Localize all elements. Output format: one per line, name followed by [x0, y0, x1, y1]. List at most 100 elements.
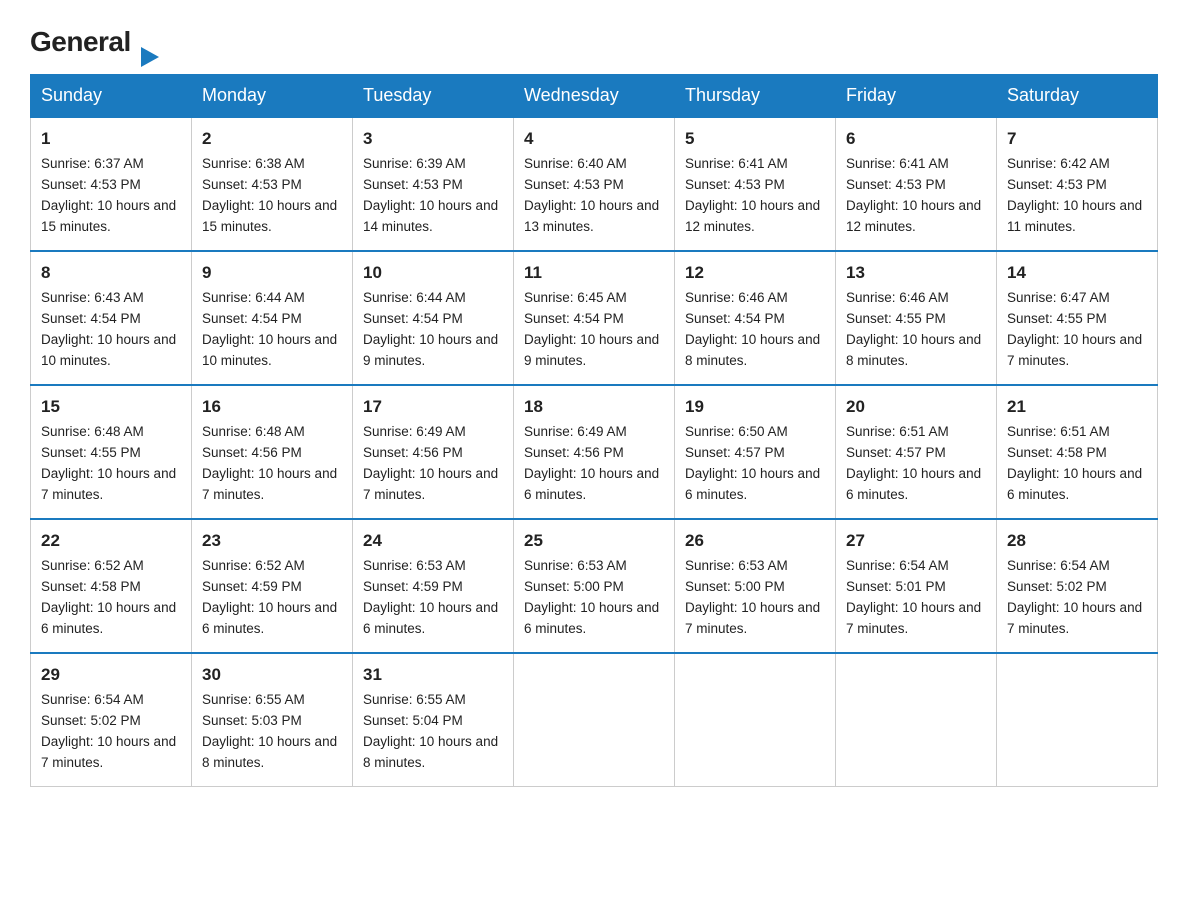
sunset-text: Sunset: 4:54 PM: [363, 311, 463, 326]
calendar-cell: 25Sunrise: 6:53 AMSunset: 5:00 PMDayligh…: [514, 519, 675, 653]
calendar-week-row: 29 Sunrise: 6:54 AM Sunset: 5:02 PM Dayligh…: [31, 653, 1158, 787]
calendar-cell: 9Sunrise: 6:44 AMSunset: 4:54 PMDaylight…: [192, 251, 353, 385]
logo: General: [30, 20, 145, 56]
day-number: 19: [685, 394, 825, 420]
sunset-text: Sunset: 4:57 PM: [846, 445, 946, 460]
daylight-text: Daylight: 10 hours and 6 minutes.: [524, 466, 659, 502]
calendar-cell: [514, 653, 675, 787]
calendar-cell: 29Sunrise: 6:54 AMSunset: 5:02 PMDayligh…: [31, 653, 192, 787]
calendar-cell: 7Sunrise: 6:42 AMSunset: 4:53 PMDaylight…: [997, 117, 1158, 251]
sunrise-text: Sunrise: 6:48 AM: [41, 424, 144, 439]
daylight-text: Daylight: 10 hours and 6 minutes.: [1007, 466, 1142, 502]
daylight-text: Daylight: 10 hours and 14 minutes.: [363, 198, 498, 234]
sunset-text: Sunset: 5:02 PM: [41, 713, 141, 728]
logo-text: General: [30, 28, 145, 56]
col-header-sunday: Sunday: [31, 75, 192, 118]
day-number: 27: [846, 528, 986, 554]
daylight-text: Daylight: 10 hours and 11 minutes.: [1007, 198, 1142, 234]
daylight-text: Daylight: 10 hours and 6 minutes.: [685, 466, 820, 502]
daylight-text: Daylight: 10 hours and 7 minutes.: [685, 600, 820, 636]
col-header-thursday: Thursday: [675, 75, 836, 118]
page-header: General: [30, 20, 1158, 56]
col-header-tuesday: Tuesday: [353, 75, 514, 118]
calendar-cell: 16Sunrise: 6:48 AMSunset: 4:56 PMDayligh…: [192, 385, 353, 519]
day-number: 3: [363, 126, 503, 152]
calendar-week-row: 1Sunrise: 6:37 AMSunset: 4:53 PMDaylight…: [31, 117, 1158, 251]
sunrise-text: Sunrise: 6:37 AM: [41, 156, 144, 171]
day-number: 6: [846, 126, 986, 152]
col-header-wednesday: Wednesday: [514, 75, 675, 118]
sunset-text: Sunset: 4:54 PM: [41, 311, 141, 326]
sunrise-text: Sunrise: 6:50 AM: [685, 424, 788, 439]
day-number: 9: [202, 260, 342, 286]
calendar-cell: 23Sunrise: 6:52 AMSunset: 4:59 PMDayligh…: [192, 519, 353, 653]
day-number: 22: [41, 528, 181, 554]
sunrise-text: Sunrise: 6:54 AM: [41, 692, 144, 707]
sunrise-text: Sunrise: 6:52 AM: [41, 558, 144, 573]
sunset-text: Sunset: 4:58 PM: [41, 579, 141, 594]
sunset-text: Sunset: 4:53 PM: [1007, 177, 1107, 192]
calendar-cell: 4Sunrise: 6:40 AMSunset: 4:53 PMDaylight…: [514, 117, 675, 251]
daylight-text: Daylight: 10 hours and 15 minutes.: [41, 198, 176, 234]
sunset-text: Sunset: 4:53 PM: [202, 177, 302, 192]
day-number: 29: [41, 662, 181, 688]
sunrise-text: Sunrise: 6:51 AM: [1007, 424, 1110, 439]
daylight-text: Daylight: 10 hours and 8 minutes.: [685, 332, 820, 368]
calendar-cell: 19Sunrise: 6:50 AMSunset: 4:57 PMDayligh…: [675, 385, 836, 519]
sunrise-text: Sunrise: 6:54 AM: [846, 558, 949, 573]
day-number: 16: [202, 394, 342, 420]
daylight-text: Daylight: 10 hours and 15 minutes.: [202, 198, 337, 234]
sunset-text: Sunset: 4:56 PM: [363, 445, 463, 460]
sunset-text: Sunset: 4:53 PM: [685, 177, 785, 192]
sunset-text: Sunset: 5:04 PM: [363, 713, 463, 728]
day-number: 12: [685, 260, 825, 286]
col-header-monday: Monday: [192, 75, 353, 118]
calendar-week-row: 8Sunrise: 6:43 AMSunset: 4:54 PMDaylight…: [31, 251, 1158, 385]
day-number: 20: [846, 394, 986, 420]
calendar-cell: 18Sunrise: 6:49 AMSunset: 4:56 PMDayligh…: [514, 385, 675, 519]
day-number: 28: [1007, 528, 1147, 554]
sunrise-text: Sunrise: 6:44 AM: [202, 290, 305, 305]
sunrise-text: Sunrise: 6:52 AM: [202, 558, 305, 573]
sunset-text: Sunset: 4:54 PM: [524, 311, 624, 326]
sunrise-text: Sunrise: 6:54 AM: [1007, 558, 1110, 573]
daylight-text: Daylight: 10 hours and 7 minutes.: [846, 600, 981, 636]
sunrise-text: Sunrise: 6:47 AM: [1007, 290, 1110, 305]
sunrise-text: Sunrise: 6:46 AM: [685, 290, 788, 305]
calendar-cell: 1Sunrise: 6:37 AMSunset: 4:53 PMDaylight…: [31, 117, 192, 251]
sunrise-text: Sunrise: 6:41 AM: [685, 156, 788, 171]
calendar-cell: 13Sunrise: 6:46 AMSunset: 4:55 PMDayligh…: [836, 251, 997, 385]
calendar-cell: 21Sunrise: 6:51 AMSunset: 4:58 PMDayligh…: [997, 385, 1158, 519]
sunrise-text: Sunrise: 6:53 AM: [524, 558, 627, 573]
calendar-cell: 3Sunrise: 6:39 AMSunset: 4:53 PMDaylight…: [353, 117, 514, 251]
sunrise-text: Sunrise: 6:49 AM: [524, 424, 627, 439]
calendar-week-row: 22 Sunrise: 6:52 AM Sunset: 4:58 PM Dayligh…: [31, 519, 1158, 653]
day-number: 23: [202, 528, 342, 554]
daylight-text: Daylight: 10 hours and 6 minutes.: [41, 600, 176, 636]
sunrise-text: Sunrise: 6:38 AM: [202, 156, 305, 171]
sunset-text: Sunset: 4:56 PM: [202, 445, 302, 460]
daylight-text: Daylight: 10 hours and 10 minutes.: [41, 332, 176, 368]
sunrise-text: Sunrise: 6:43 AM: [41, 290, 144, 305]
sunrise-text: Sunrise: 6:48 AM: [202, 424, 305, 439]
day-number: 15: [41, 394, 181, 420]
sunset-text: Sunset: 4:56 PM: [524, 445, 624, 460]
sunset-text: Sunset: 4:53 PM: [41, 177, 141, 192]
daylight-text: Daylight: 10 hours and 8 minutes.: [363, 734, 498, 770]
calendar-cell: 28Sunrise: 6:54 AMSunset: 5:02 PMDayligh…: [997, 519, 1158, 653]
sunset-text: Sunset: 4:53 PM: [524, 177, 624, 192]
daylight-text: Daylight: 10 hours and 6 minutes.: [202, 600, 337, 636]
sunset-text: Sunset: 5:01 PM: [846, 579, 946, 594]
calendar-cell: 26Sunrise: 6:53 AMSunset: 5:00 PMDayligh…: [675, 519, 836, 653]
calendar-cell: 12Sunrise: 6:46 AMSunset: 4:54 PMDayligh…: [675, 251, 836, 385]
calendar-cell: [836, 653, 997, 787]
calendar-cell: 2Sunrise: 6:38 AMSunset: 4:53 PMDaylight…: [192, 117, 353, 251]
calendar-cell: 8Sunrise: 6:43 AMSunset: 4:54 PMDaylight…: [31, 251, 192, 385]
day-number: 11: [524, 260, 664, 286]
calendar-cell: 14Sunrise: 6:47 AMSunset: 4:55 PMDayligh…: [997, 251, 1158, 385]
calendar-cell: 5Sunrise: 6:41 AMSunset: 4:53 PMDaylight…: [675, 117, 836, 251]
day-number: 7: [1007, 126, 1147, 152]
daylight-text: Daylight: 10 hours and 7 minutes.: [1007, 332, 1142, 368]
sunset-text: Sunset: 5:03 PM: [202, 713, 302, 728]
daylight-text: Daylight: 10 hours and 10 minutes.: [202, 332, 337, 368]
